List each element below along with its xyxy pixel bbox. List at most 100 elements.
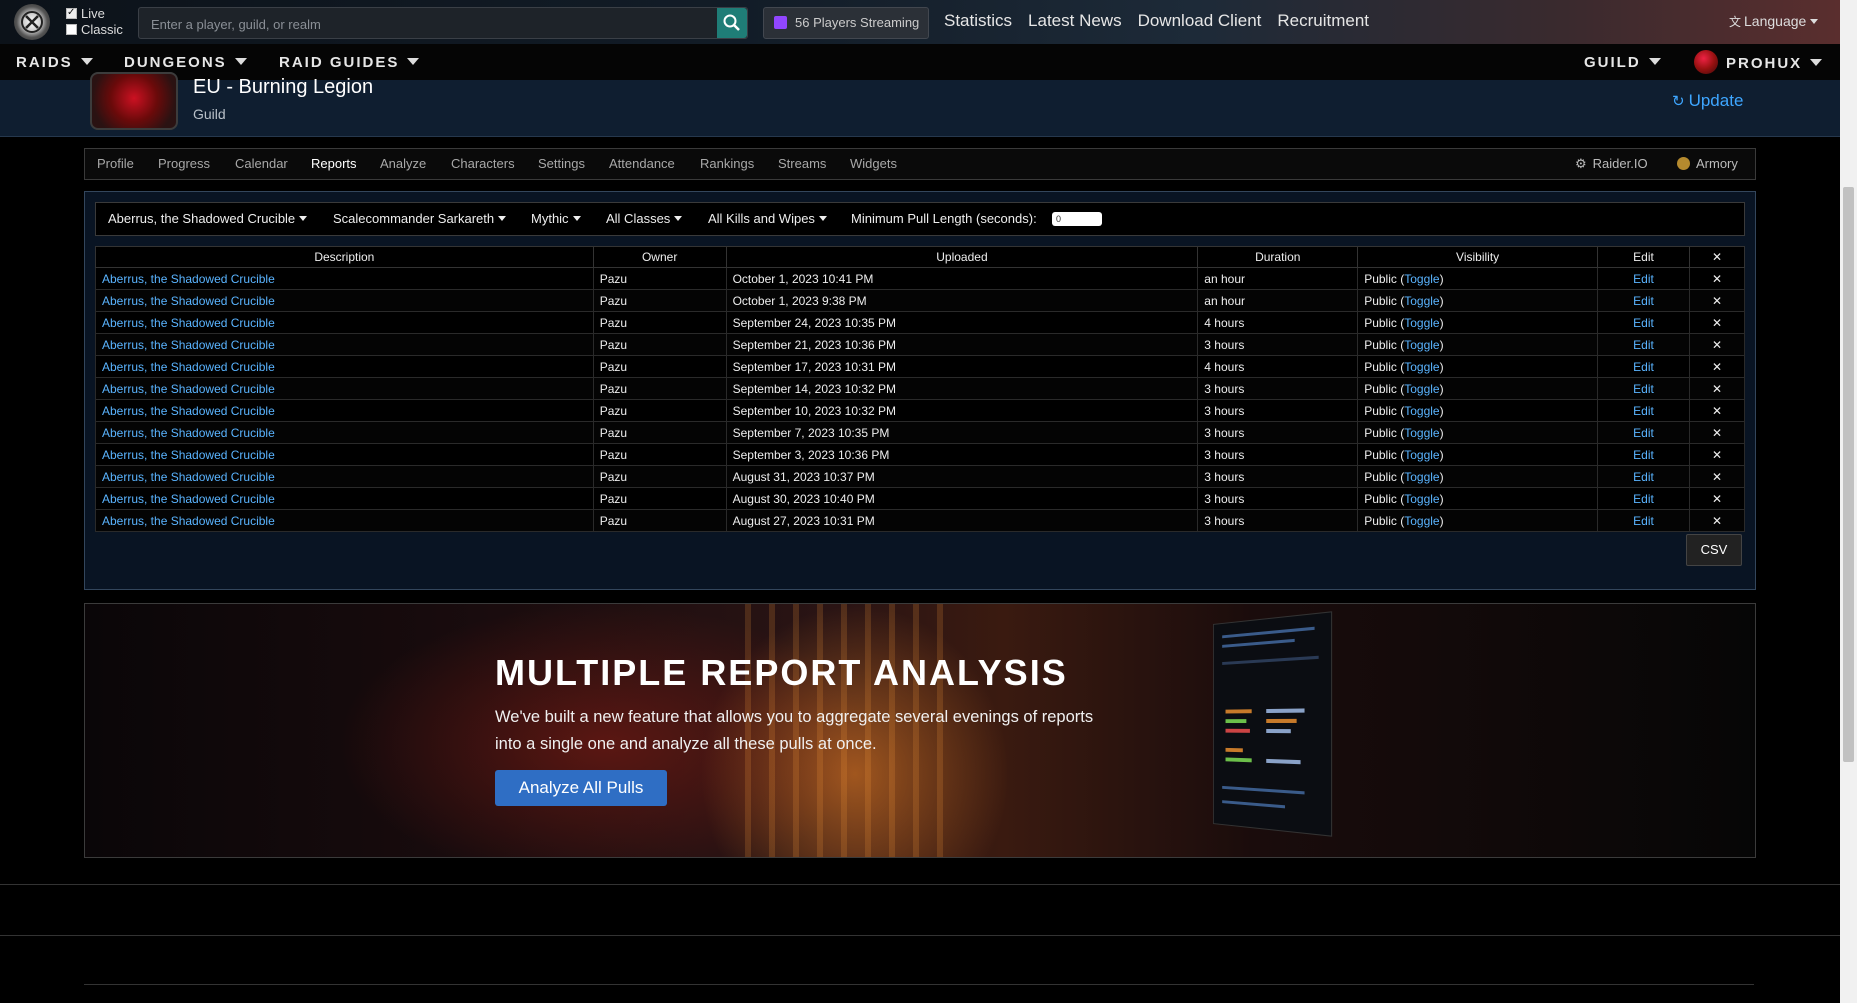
tab-settings[interactable]: Settings bbox=[538, 156, 585, 171]
report-link[interactable]: Aberrus, the Shadowed Crucible bbox=[102, 426, 275, 440]
edit-link[interactable]: Edit bbox=[1633, 382, 1654, 396]
edit-link[interactable]: Edit bbox=[1633, 426, 1654, 440]
close-icon[interactable]: ✕ bbox=[1712, 294, 1722, 308]
raiderio-link[interactable]: ⚙ Raider.IO bbox=[1575, 156, 1648, 172]
report-link[interactable]: Aberrus, the Shadowed Crucible bbox=[102, 382, 275, 396]
edit-link[interactable]: Edit bbox=[1633, 272, 1654, 286]
update-button[interactable]: ↻ Update bbox=[1672, 91, 1743, 111]
language-menu[interactable]: 文 Language bbox=[1729, 13, 1819, 30]
edit-link[interactable]: Edit bbox=[1633, 360, 1654, 374]
tab-profile[interactable]: Profile bbox=[97, 156, 134, 171]
visibility-toggle-link[interactable]: Toggle bbox=[1404, 426, 1439, 440]
nav-recruitment[interactable]: Recruitment bbox=[1277, 11, 1369, 30]
visibility-value: Public bbox=[1364, 293, 1397, 308]
col-visibility[interactable]: Visibility bbox=[1357, 246, 1599, 268]
report-link[interactable]: Aberrus, the Shadowed Crucible bbox=[102, 272, 275, 286]
table-row: Aberrus, the Shadowed Crucible Pazu Septem… bbox=[95, 443, 1746, 466]
report-link[interactable]: Aberrus, the Shadowed Crucible bbox=[102, 448, 275, 462]
nav-raids[interactable]: RAIDS bbox=[16, 54, 93, 71]
search-icon bbox=[723, 14, 740, 31]
close-icon[interactable]: ✕ bbox=[1712, 338, 1722, 352]
class-filter[interactable]: All Classes bbox=[606, 211, 683, 226]
close-icon[interactable]: ✕ bbox=[1712, 492, 1722, 506]
tab-reports[interactable]: Reports bbox=[311, 156, 357, 171]
col-duration[interactable]: Duration bbox=[1197, 246, 1359, 268]
close-icon[interactable]: ✕ bbox=[1712, 404, 1722, 418]
live-toggle[interactable]: Live bbox=[66, 5, 123, 22]
nav-dungeons[interactable]: DUNGEONS bbox=[124, 54, 247, 71]
visibility-value: Public bbox=[1364, 447, 1397, 462]
report-link[interactable]: Aberrus, the Shadowed Crucible bbox=[102, 492, 275, 506]
close-icon[interactable]: ✕ bbox=[1712, 360, 1722, 374]
visibility-toggle-link[interactable]: Toggle bbox=[1404, 338, 1439, 352]
boss-filter[interactable]: Scalecommander Sarkareth bbox=[333, 211, 507, 226]
difficulty-filter[interactable]: Mythic bbox=[531, 211, 581, 226]
streaming-button[interactable]: 56 Players Streaming bbox=[763, 7, 929, 39]
analyze-all-pulls-button[interactable]: Analyze All Pulls bbox=[495, 770, 667, 806]
report-uploaded: September 21, 2023 10:36 PM bbox=[725, 333, 1199, 356]
visibility-toggle-link[interactable]: Toggle bbox=[1404, 448, 1439, 462]
report-link[interactable]: Aberrus, the Shadowed Crucible bbox=[102, 338, 275, 352]
close-icon[interactable]: ✕ bbox=[1712, 448, 1722, 462]
tab-characters[interactable]: Characters bbox=[451, 156, 515, 171]
edit-link[interactable]: Edit bbox=[1633, 470, 1654, 484]
search-button[interactable] bbox=[717, 8, 747, 38]
visibility-toggle-link[interactable]: Toggle bbox=[1404, 316, 1439, 330]
zone-filter[interactable]: Aberrus, the Shadowed Crucible bbox=[108, 211, 308, 226]
tab-widgets[interactable]: Widgets bbox=[850, 156, 897, 171]
checkbox-icon[interactable] bbox=[66, 24, 77, 35]
visibility-toggle-link[interactable]: Toggle bbox=[1404, 360, 1439, 374]
close-icon[interactable]: ✕ bbox=[1712, 470, 1722, 484]
col-uploaded[interactable]: Uploaded bbox=[725, 246, 1199, 268]
close-icon[interactable]: ✕ bbox=[1712, 272, 1722, 286]
close-icon[interactable]: ✕ bbox=[1712, 426, 1722, 440]
col-owner[interactable]: Owner bbox=[592, 246, 727, 268]
report-link[interactable]: Aberrus, the Shadowed Crucible bbox=[102, 470, 275, 484]
site-logo-icon[interactable] bbox=[14, 4, 50, 40]
tab-progress[interactable]: Progress bbox=[158, 156, 210, 171]
nav-download-client[interactable]: Download Client bbox=[1138, 11, 1262, 30]
nav-latest-news[interactable]: Latest News bbox=[1028, 11, 1122, 30]
classic-toggle[interactable]: Classic bbox=[66, 22, 123, 38]
tab-attendance[interactable]: Attendance bbox=[609, 156, 675, 171]
edit-link[interactable]: Edit bbox=[1633, 448, 1654, 462]
csv-button[interactable]: CSV bbox=[1686, 534, 1742, 566]
tab-rankings[interactable]: Rankings bbox=[700, 156, 754, 171]
col-description[interactable]: Description bbox=[95, 246, 594, 268]
visibility-toggle-link[interactable]: Toggle bbox=[1404, 294, 1439, 308]
checkbox-checked-icon[interactable] bbox=[66, 5, 77, 21]
report-link[interactable]: Aberrus, the Shadowed Crucible bbox=[102, 294, 275, 308]
report-link[interactable]: Aberrus, the Shadowed Crucible bbox=[102, 514, 275, 528]
tab-calendar[interactable]: Calendar bbox=[235, 156, 288, 171]
scrollbar-thumb[interactable] bbox=[1843, 187, 1854, 762]
report-link[interactable]: Aberrus, the Shadowed Crucible bbox=[102, 404, 275, 418]
user-menu[interactable]: PROHUX bbox=[1694, 50, 1823, 74]
nav-statistics[interactable]: Statistics bbox=[944, 11, 1012, 30]
nav-guild[interactable]: GUILD bbox=[1584, 54, 1661, 71]
edit-link[interactable]: Edit bbox=[1633, 316, 1654, 330]
tab-streams[interactable]: Streams bbox=[778, 156, 826, 171]
close-icon[interactable]: ✕ bbox=[1712, 514, 1722, 528]
tab-analyze[interactable]: Analyze bbox=[380, 156, 426, 171]
edit-link[interactable]: Edit bbox=[1633, 492, 1654, 506]
search-input[interactable] bbox=[149, 13, 713, 35]
min-pull-input[interactable] bbox=[1052, 212, 1102, 226]
visibility-toggle-link[interactable]: Toggle bbox=[1404, 514, 1439, 528]
edit-link[interactable]: Edit bbox=[1633, 404, 1654, 418]
kills-filter[interactable]: All Kills and Wipes bbox=[708, 211, 827, 226]
visibility-toggle-link[interactable]: Toggle bbox=[1404, 272, 1439, 286]
armory-link[interactable]: Armory bbox=[1677, 156, 1738, 171]
visibility-toggle-link[interactable]: Toggle bbox=[1404, 404, 1439, 418]
edit-link[interactable]: Edit bbox=[1633, 514, 1654, 528]
edit-link[interactable]: Edit bbox=[1633, 294, 1654, 308]
edit-link[interactable]: Edit bbox=[1633, 338, 1654, 352]
nav-raid-guides[interactable]: RAID GUIDES bbox=[279, 54, 420, 71]
close-icon[interactable]: ✕ bbox=[1712, 316, 1722, 330]
report-description-cell: Aberrus, the Shadowed Crucible bbox=[95, 333, 594, 356]
visibility-toggle-link[interactable]: Toggle bbox=[1404, 492, 1439, 506]
close-icon[interactable]: ✕ bbox=[1712, 382, 1722, 396]
visibility-toggle-link[interactable]: Toggle bbox=[1404, 470, 1439, 484]
report-link[interactable]: Aberrus, the Shadowed Crucible bbox=[102, 360, 275, 374]
visibility-toggle-link[interactable]: Toggle bbox=[1404, 382, 1439, 396]
report-link[interactable]: Aberrus, the Shadowed Crucible bbox=[102, 316, 275, 330]
